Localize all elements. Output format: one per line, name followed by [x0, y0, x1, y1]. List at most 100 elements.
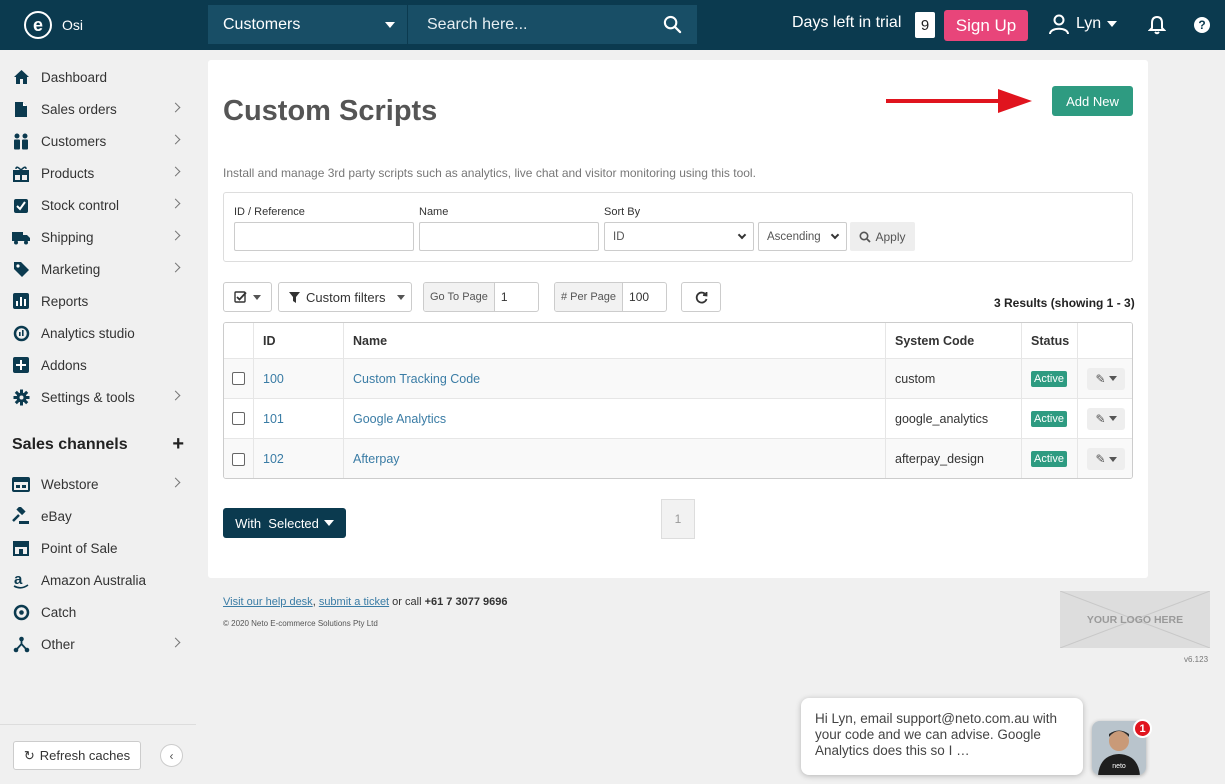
trial-days-count: 9 — [915, 12, 935, 38]
sidebar-item-stock-control[interactable]: Stock control — [0, 189, 196, 221]
logo-placeholder: YOUR LOGO HERE — [1060, 591, 1210, 648]
help-desk-link[interactable]: Visit our help desk — [223, 596, 313, 608]
caret-down-icon — [1108, 456, 1117, 462]
id-reference-input[interactable] — [234, 222, 414, 251]
status-badge: Active — [1031, 410, 1067, 427]
user-menu[interactable]: Lyn — [1048, 13, 1118, 35]
with-selected-button[interactable]: With Selected — [223, 508, 346, 538]
row-checkbox[interactable] — [232, 452, 245, 466]
search-scope-value: Customers — [223, 15, 301, 33]
row-edit-dropdown-button[interactable]: ✎ — [1087, 367, 1125, 390]
sort-by-label: Sort By — [604, 206, 641, 218]
row-actions-cell: ✎ — [1078, 359, 1132, 398]
row-status-cell: Active — [1022, 399, 1078, 438]
row-name-link[interactable]: Afterpay — [344, 439, 886, 478]
brand-name: Osi — [62, 17, 83, 33]
sidebar-item-catch[interactable]: Catch — [0, 596, 196, 628]
row-id-link[interactable]: 101 — [254, 399, 344, 438]
chevron-right-icon — [170, 637, 181, 648]
notifications-button[interactable] — [1147, 15, 1167, 38]
row-edit-dropdown-button[interactable]: ✎ — [1087, 448, 1125, 470]
sidebar-item-dashboard[interactable]: Dashboard — [0, 61, 196, 93]
submit-ticket-link[interactable]: submit a ticket — [319, 596, 389, 608]
go-to-page-label: Go To Page — [424, 283, 495, 311]
gear-icon — [12, 388, 30, 406]
pagination-page-button[interactable]: 1 — [661, 499, 695, 539]
edit-icon: ✎ — [1095, 371, 1106, 386]
add-channel-button[interactable]: + — [172, 434, 184, 454]
row-checkbox[interactable] — [232, 412, 245, 425]
search-button[interactable] — [647, 5, 697, 44]
custom-filters-label: Custom filters — [306, 289, 386, 305]
custom-filters-button[interactable]: Custom filters — [278, 282, 412, 312]
brand[interactable]: e Osi — [0, 0, 196, 50]
refresh-list-button[interactable] — [681, 282, 721, 312]
edit-icon: ✎ — [1095, 452, 1106, 466]
sidebar-item-other[interactable]: Other — [0, 628, 196, 660]
refresh-icon: ↻ — [23, 747, 35, 763]
chevron-right-icon — [170, 230, 181, 241]
header-select-cell — [224, 323, 254, 358]
header-name[interactable]: Name — [344, 323, 886, 358]
search-icon — [859, 230, 872, 243]
caret-down-icon — [1107, 21, 1118, 27]
sales-channels-heading: Sales channels + — [12, 434, 184, 454]
collapse-sidebar-button[interactable]: ‹ — [160, 744, 183, 767]
add-new-button[interactable]: Add New — [1052, 86, 1133, 116]
sidebar-item-settings-tools[interactable]: Settings & tools — [0, 381, 196, 413]
go-to-page-input[interactable]: 1 — [495, 290, 508, 304]
sidebar-item-point-of-sale[interactable]: Point of Sale — [0, 532, 196, 564]
sidebar-item-label: Settings & tools — [41, 389, 135, 405]
bulk-select-button[interactable] — [223, 282, 272, 312]
sort-by-select[interactable]: ID — [604, 222, 754, 251]
sidebar-item-addons[interactable]: Addons — [0, 349, 196, 381]
sidebar-item-customers[interactable]: Customers — [0, 125, 196, 157]
help-icon[interactable]: ? — [1194, 17, 1210, 33]
results-count: 3 Results (showing 1 - 3) — [994, 296, 1135, 310]
row-edit-dropdown-button[interactable]: ✎ — [1087, 407, 1125, 430]
row-checkbox[interactable] — [232, 372, 245, 385]
apply-label: Apply — [875, 229, 906, 244]
sidebar-item-shipping[interactable]: Shipping — [0, 221, 196, 253]
sidebar-item-label: Dashboard — [41, 69, 108, 85]
sidebar-item-sales-orders[interactable]: Sales orders — [0, 93, 196, 125]
scripts-table: ID Name System Code Status 100 Custom Tr… — [223, 322, 1133, 479]
sidebar-item-ebay[interactable]: eBay — [0, 500, 196, 532]
chevron-right-icon — [170, 102, 181, 113]
header-system-code[interactable]: System Code — [886, 323, 1022, 358]
sidebar-item-reports[interactable]: Reports — [0, 285, 196, 317]
users-icon — [12, 132, 30, 150]
sales-channels-title: Sales channels — [12, 436, 128, 453]
support-phone: +61 7 3077 9696 — [424, 596, 508, 608]
refresh-caches-button[interactable]: ↻ Refresh caches — [13, 741, 141, 770]
header-id[interactable]: ID — [254, 323, 344, 358]
sidebar-item-label: Other — [41, 636, 75, 652]
sidebar-item-webstore[interactable]: Webstore — [0, 468, 196, 500]
row-system-code: afterpay_design — [886, 439, 1022, 478]
row-actions-cell: ✎ — [1078, 439, 1132, 478]
apply-filters-button[interactable]: Apply — [850, 222, 915, 251]
sign-up-button[interactable]: Sign Up — [944, 10, 1028, 41]
per-page-group: # Per Page 100 — [554, 282, 667, 312]
per-page-input[interactable]: 100 — [623, 290, 649, 304]
chat-message-bubble[interactable]: Hi Lyn, email support@neto.com.au with y… — [801, 698, 1083, 775]
svg-text:a: a — [14, 572, 23, 588]
row-name-link[interactable]: Google Analytics — [344, 399, 886, 438]
sidebar-item-products[interactable]: Products — [0, 157, 196, 189]
name-filter-input[interactable] — [419, 222, 599, 251]
row-id-link[interactable]: 102 — [254, 439, 344, 478]
header-status[interactable]: Status — [1022, 323, 1078, 358]
sort-order-select[interactable]: Ascending — [758, 222, 847, 251]
page-description: Install and manage 3rd party scripts suc… — [223, 166, 756, 180]
sort-by-value: ID — [613, 230, 625, 243]
sidebar-item-marketing[interactable]: Marketing — [0, 253, 196, 285]
sidebar-item-amazon-australia[interactable]: a Amazon Australia — [0, 564, 196, 596]
row-system-code: custom — [886, 359, 1022, 398]
row-name-link[interactable]: Custom Tracking Code — [344, 359, 886, 398]
go-to-page-group: Go To Page 1 — [423, 282, 539, 312]
search-input[interactable] — [408, 5, 647, 44]
search-scope-select[interactable]: Customers — [208, 5, 408, 44]
catch-icon — [12, 603, 30, 621]
sidebar-item-analytics-studio[interactable]: Analytics studio — [0, 317, 196, 349]
row-id-link[interactable]: 100 — [254, 359, 344, 398]
